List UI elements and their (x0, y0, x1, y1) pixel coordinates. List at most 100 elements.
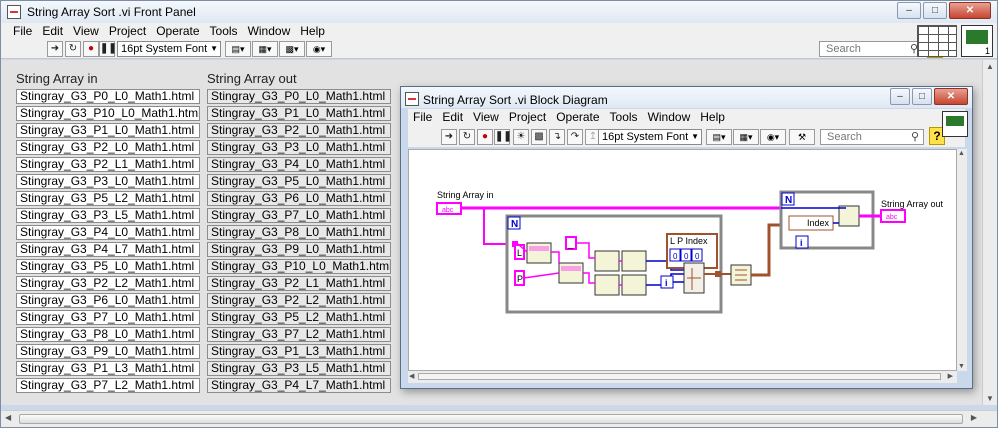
menu-file[interactable]: File (1, 23, 37, 38)
scroll-right-icon[interactable]: ▶ (948, 372, 953, 380)
abort-icon[interactable]: ● (83, 41, 99, 57)
block-diagram-titlebar[interactable]: String Array Sort .vi Block Diagram – □ … (401, 87, 972, 108)
array-element[interactable]: Stingray_G3_P5_L0_Math1.html (16, 259, 200, 274)
distribute-objects-icon[interactable]: ▦▾ (733, 129, 759, 145)
close-button[interactable]: ✕ (949, 2, 991, 19)
array-element[interactable]: Stingray_G3_P9_L0_Math1.html (16, 344, 200, 359)
cleanup-diagram-icon[interactable]: ⚒ (789, 129, 815, 145)
font-selector[interactable]: 16pt System Font ▼ (117, 41, 221, 57)
menu-help[interactable]: Help (695, 109, 730, 124)
scroll-down-icon[interactable]: ▼ (958, 363, 965, 370)
block-diagram-canvas[interactable]: String Array in abc N L P _ L P Index 0 … (408, 149, 957, 371)
menu-help[interactable]: Help (295, 23, 330, 38)
minimize-button[interactable]: – (897, 2, 921, 19)
array-element[interactable]: Stingray_G3_P2_L0_Math1.html (16, 140, 200, 155)
highlight-execution-icon[interactable]: ☀ (513, 129, 529, 145)
reorder-icon[interactable]: ◉▾ (306, 41, 332, 57)
vi-icon[interactable] (961, 25, 993, 57)
menu-view[interactable]: View (468, 109, 504, 124)
scroll-down-icon[interactable]: ▼ (986, 394, 994, 403)
i-glyph-2: i (800, 238, 803, 248)
pause-icon[interactable]: ❚❚ (99, 41, 117, 57)
run-arrow-icon[interactable]: ➜ (47, 41, 63, 57)
menu-view[interactable]: View (68, 23, 104, 38)
distribute-objects-icon[interactable]: ▦▾ (252, 41, 278, 57)
array-element: Stingray_G3_P5_L2_Math1.html (207, 310, 391, 325)
front-panel-titlebar[interactable]: String Array Sort .vi Front Panel – □ ✕ (1, 1, 997, 23)
close-button[interactable]: ✕ (934, 88, 968, 105)
array-element[interactable]: Stingray_G3_P4_L7_Math1.html (16, 242, 200, 257)
search-placeholder: Search (826, 43, 861, 55)
run-arrow-icon[interactable]: ➜ (441, 129, 457, 145)
array-element[interactable]: Stingray_G3_P7_L0_Math1.html (16, 310, 200, 325)
array-element[interactable]: Stingray_G3_P1_L3_Math1.html (16, 361, 200, 376)
minimize-button[interactable]: – (890, 88, 910, 105)
connector-pane-icon[interactable] (917, 25, 957, 57)
menu-project[interactable]: Project (504, 109, 551, 124)
index-array-node[interactable] (838, 205, 860, 227)
array-element[interactable]: Stingray_G3_P1_L0_Math1.html (16, 123, 200, 138)
array-element[interactable]: Stingray_G3_P4_L0_Math1.html (16, 225, 200, 240)
maximize-button[interactable]: □ (923, 2, 947, 19)
menu-file[interactable]: File (408, 109, 437, 124)
reorder-icon[interactable]: ◉▾ (760, 129, 786, 145)
scroll-right-icon[interactable]: ▶ (971, 413, 977, 422)
array-element: Stingray_G3_P8_L0_Math1.html (207, 225, 391, 240)
decimal-string-to-number-node-1[interactable] (621, 250, 647, 272)
cluster-labels: L P Index (670, 236, 708, 246)
menu-window[interactable]: Window (643, 109, 696, 124)
array-element: Stingray_G3_P9_L0_Math1.html (207, 242, 391, 257)
array-element: Stingray_G3_P5_L0_Math1.html (207, 174, 391, 189)
scroll-up-icon[interactable]: ▲ (958, 150, 965, 157)
font-selector[interactable]: 16pt System Font ▼ (598, 129, 702, 145)
front-panel-vertical-scrollbar[interactable]: ▲ ▼ (982, 60, 997, 405)
step-over-icon[interactable]: ↷ (567, 129, 583, 145)
menu-tools[interactable]: Tools (605, 109, 643, 124)
array-element[interactable]: Stingray_G3_P2_L1_Math1.html (16, 157, 200, 172)
scroll-thumb[interactable] (418, 373, 941, 380)
align-objects-icon[interactable]: ▤▾ (225, 41, 251, 57)
vi-icon[interactable] (942, 111, 968, 137)
pause-icon[interactable]: ❚❚ (494, 129, 512, 145)
retain-wire-values-icon[interactable]: ▩ (531, 129, 547, 145)
scroll-up-icon[interactable]: ▲ (986, 62, 994, 71)
scroll-left-icon[interactable]: ◀ (409, 372, 414, 380)
maximize-button[interactable]: □ (912, 88, 932, 105)
menu-operate[interactable]: Operate (551, 109, 604, 124)
search-placeholder: Search (827, 131, 862, 143)
array-element[interactable]: Stingray_G3_P8_L0_Math1.html (16, 327, 200, 342)
block-diagram-title: String Array Sort .vi Block Diagram (423, 93, 608, 107)
array-element[interactable]: Stingray_G3_P7_L2_Math1.html (16, 378, 200, 393)
search-input[interactable]: Search ⚲ (819, 41, 923, 57)
array-element[interactable]: Stingray_G3_P3_L0_Math1.html (16, 174, 200, 189)
block-diagram-horizontal-scrollbar[interactable]: ◀ ▶ (408, 371, 957, 383)
abort-icon[interactable]: ● (477, 129, 493, 145)
menu-tools[interactable]: Tools (205, 23, 243, 38)
menu-project[interactable]: Project (104, 23, 151, 38)
array-element: Stingray_G3_P2_L1_Math1.html (207, 276, 391, 291)
array-element[interactable]: Stingray_G3_P3_L5_Math1.html (16, 208, 200, 223)
string-array-in-control[interactable]: Stingray_G3_P0_L0_Math1.html Stingray_G3_… (16, 89, 200, 395)
menu-edit[interactable]: Edit (37, 23, 68, 38)
menu-edit[interactable]: Edit (437, 109, 468, 124)
array-element[interactable]: Stingray_G3_P2_L2_Math1.html (16, 276, 200, 291)
decimal-string-to-number-node-2[interactable] (621, 274, 647, 296)
menu-operate[interactable]: Operate (151, 23, 204, 38)
scan-from-string-node-1[interactable] (594, 250, 620, 272)
search-input[interactable]: Search ⚲ (820, 129, 924, 145)
step-into-icon[interactable]: ↴ (549, 129, 565, 145)
align-objects-icon[interactable]: ▤▾ (706, 129, 732, 145)
menu-window[interactable]: Window (243, 23, 296, 38)
run-continuously-icon[interactable]: ↻ (459, 129, 475, 145)
scan-from-string-node-2[interactable] (594, 274, 620, 296)
array-element[interactable]: Stingray_G3_P0_L0_Math1.html (16, 89, 200, 104)
array-element[interactable]: Stingray_G3_P10_L0_Math1.html (16, 106, 200, 121)
scroll-thumb[interactable] (19, 414, 963, 424)
block-diagram-vertical-scrollbar[interactable]: ▲ ▼ (957, 149, 967, 371)
scroll-left-icon[interactable]: ◀ (5, 413, 11, 422)
array-element[interactable]: Stingray_G3_P5_L2_Math1.html (16, 191, 200, 206)
resize-objects-icon[interactable]: ▩▾ (279, 41, 305, 57)
front-panel-horizontal-scrollbar[interactable]: ◀ ▶ (1, 410, 997, 427)
array-element[interactable]: Stingray_G3_P6_L0_Math1.html (16, 293, 200, 308)
run-continuously-icon[interactable]: ↻ (65, 41, 81, 57)
